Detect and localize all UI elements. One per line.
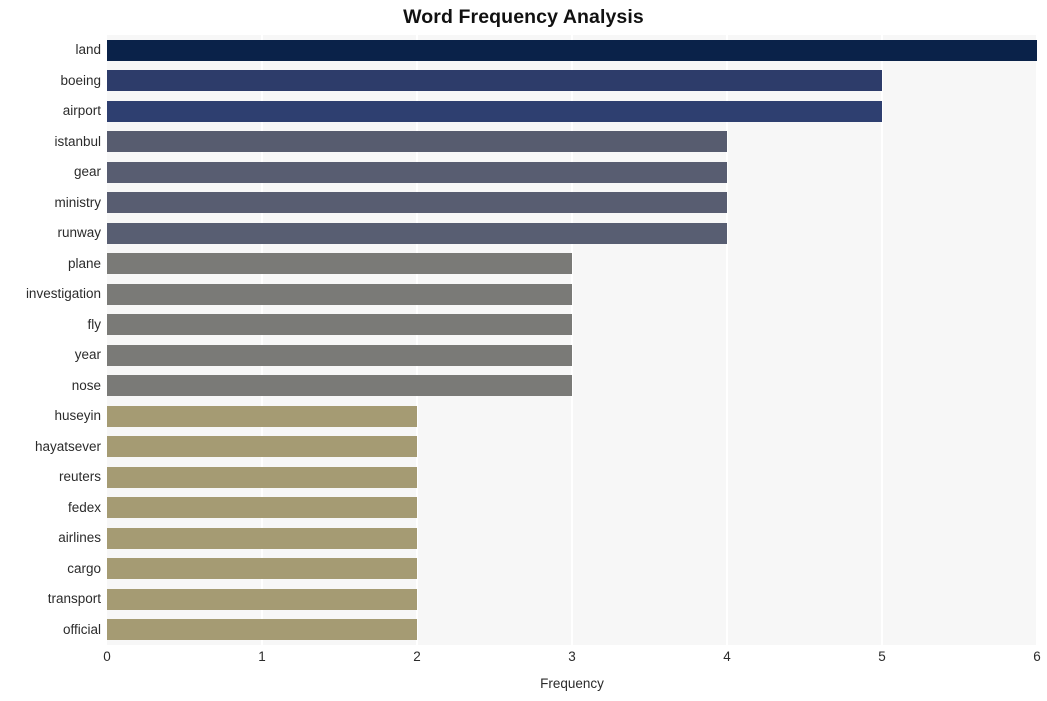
bar-reuters[interactable] [107,466,417,488]
x-tick-label-1: 1 [258,649,266,664]
y-tick-label-huseyin: huseyin [54,408,101,424]
bar-gear[interactable] [107,161,727,183]
bar-nose[interactable] [107,375,572,397]
bar-row[interactable] [107,70,1037,92]
y-tick-label-airport: airport [62,103,101,119]
bar-row[interactable] [107,527,1037,549]
bar-cargo[interactable] [107,558,417,580]
x-tick-label-4: 4 [723,649,731,664]
x-tick-label-5: 5 [878,649,886,664]
bar-huseyin[interactable] [107,405,417,427]
bar-row[interactable] [107,222,1037,244]
x-axis-title: Frequency [540,676,604,691]
y-tick-label-cargo: cargo [67,560,101,576]
bar-fly[interactable] [107,314,572,336]
x-tick-label-3: 3 [568,649,576,664]
bar-row[interactable] [107,100,1037,122]
plot-area [107,35,1038,645]
bars-container [107,35,1037,645]
bar-official[interactable] [107,619,417,641]
y-tick-label-hayatsever: hayatsever [34,438,101,454]
y-tick-label-boeing: boeing [60,72,101,88]
bar-row[interactable] [107,192,1037,214]
y-tick-label-plane: plane [67,255,101,271]
bar-row[interactable] [107,497,1037,519]
x-tick-label-2: 2 [413,649,421,664]
bar-row[interactable] [107,436,1037,458]
bar-row[interactable] [107,588,1037,610]
bar-row[interactable] [107,619,1037,641]
bar-fedex[interactable] [107,497,417,519]
bar-istanbul[interactable] [107,131,727,153]
bar-runway[interactable] [107,222,727,244]
bar-row[interactable] [107,314,1037,336]
bar-row[interactable] [107,39,1037,61]
y-tick-label-reuters: reuters [58,469,101,485]
y-tick-label-fly: fly [87,316,102,332]
y-tick-label-runway: runway [57,225,101,241]
bar-airlines[interactable] [107,527,417,549]
bar-row[interactable] [107,283,1037,305]
y-tick-label-land: land [75,42,101,58]
y-tick-label-istanbul: istanbul [54,133,101,149]
bar-row[interactable] [107,344,1037,366]
bar-airport[interactable] [107,100,882,122]
bar-plane[interactable] [107,253,572,275]
x-axis-tick-labels: 0 1 2 3 4 5 6 [103,649,1041,670]
y-axis-tick-labels: land boeing airport istanbul gear ministry run… [0,35,101,645]
bar-row[interactable] [107,405,1037,427]
y-tick-label-nose: nose [71,377,101,393]
bar-row[interactable] [107,375,1037,397]
bar-transport[interactable] [107,588,417,610]
word-frequency-chart: Word Frequency Analysis land boeing airpor… [0,0,1047,701]
bar-row[interactable] [107,131,1037,153]
bar-investigation[interactable] [107,283,572,305]
y-tick-label-transport: transport [47,591,101,607]
bar-row[interactable] [107,253,1037,275]
y-tick-label-year: year [74,347,101,363]
chart-title: Word Frequency Analysis [403,6,644,28]
y-tick-label-official: official [62,621,101,637]
y-tick-label-investigation: investigation [25,286,101,302]
y-tick-label-fedex: fedex [67,499,101,515]
bar-row[interactable] [107,161,1037,183]
bar-land[interactable] [107,39,1037,61]
bar-year[interactable] [107,344,572,366]
x-tick-label-6: 6 [1033,649,1041,664]
x-tick-label-0: 0 [103,649,111,664]
y-tick-label-airlines: airlines [58,530,101,546]
bar-hayatsever[interactable] [107,436,417,458]
bar-ministry[interactable] [107,192,727,214]
y-tick-label-gear: gear [73,164,101,180]
bar-row[interactable] [107,466,1037,488]
bar-row[interactable] [107,558,1037,580]
y-tick-label-ministry: ministry [54,194,102,210]
bar-boeing[interactable] [107,70,882,92]
